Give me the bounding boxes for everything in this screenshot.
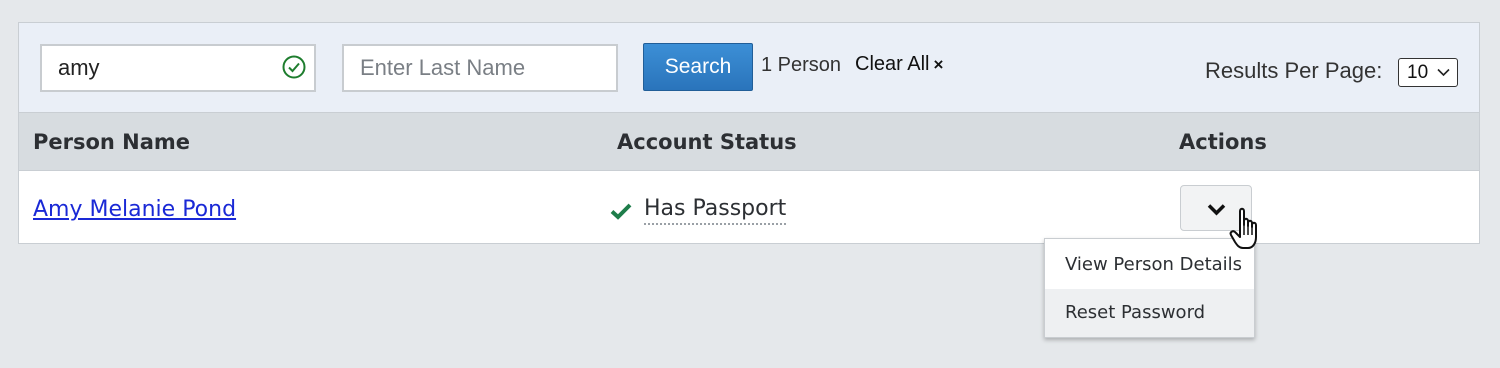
results-per-page-select[interactable]: 10 <box>1398 58 1458 87</box>
results-per-page-label: Results Per Page: <box>1205 58 1383 83</box>
check-circle-icon <box>282 55 306 79</box>
clear-all-button[interactable]: Clear All × <box>855 53 943 76</box>
close-icon: × <box>933 55 944 74</box>
column-header-person-name: Person Name <box>33 130 191 154</box>
chevron-down-icon <box>1437 68 1450 77</box>
column-header-account-status: Account Status <box>617 130 797 154</box>
menu-item-reset-password[interactable]: Reset Password <box>1045 289 1254 337</box>
results-per-page-value: 10 <box>1407 62 1429 83</box>
account-status-text[interactable]: Has Passport <box>644 196 787 225</box>
table-header: Person Name Account Status Actions <box>19 113 1479 171</box>
clear-all-label: Clear All <box>855 53 930 75</box>
chevron-down-icon <box>1207 204 1226 216</box>
last-name-placeholder: Enter Last Name <box>360 55 526 80</box>
actions-dropdown-menu: View Person Details Reset Password <box>1044 238 1255 338</box>
menu-item-view-person-details[interactable]: View Person Details <box>1045 241 1254 289</box>
person-name-link[interactable]: Amy Melanie Pond <box>33 197 236 222</box>
checkmark-icon <box>610 203 632 220</box>
first-name-value: amy <box>58 55 100 80</box>
column-header-actions: Actions <box>1179 130 1267 154</box>
hand-pointer-icon <box>1229 207 1257 249</box>
search-bar: amy Enter Last Name Search 1 Person Clea… <box>19 23 1479 113</box>
last-name-input[interactable]: Enter Last Name <box>342 44 618 92</box>
first-name-input[interactable]: amy <box>40 44 316 92</box>
search-button[interactable]: Search <box>643 43 753 91</box>
result-count: 1 Person <box>761 54 842 76</box>
